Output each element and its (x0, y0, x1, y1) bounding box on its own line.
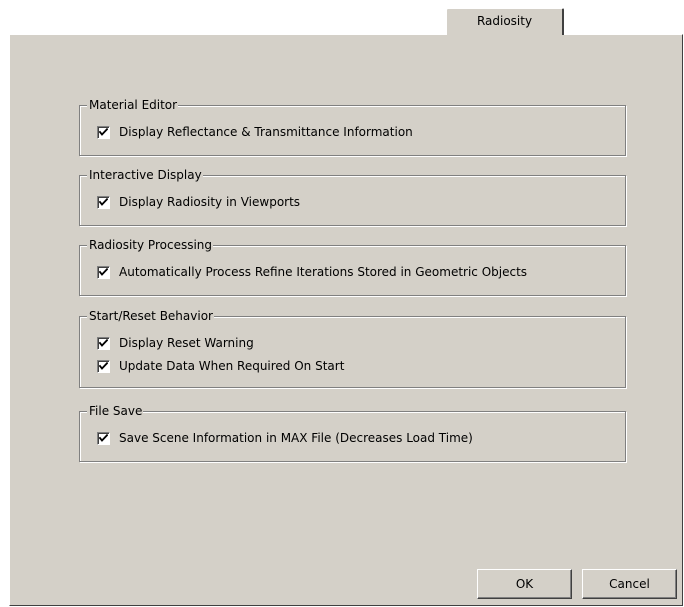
group-file-save: File Save Save Scene Information in MAX … (79, 403, 626, 462)
tab-radiosity[interactable]: Radiosity (446, 8, 564, 35)
checkbox-row-display-radiosity-viewports[interactable]: Display Radiosity in Viewports (97, 194, 300, 210)
checkmark-icon (99, 338, 108, 347)
group-title-interactive-display: Interactive Display (87, 167, 203, 183)
checkbox-display-radiosity-viewports[interactable] (97, 195, 110, 209)
checkbox-display-reflectance[interactable] (97, 125, 110, 139)
group-interactive-display: Interactive Display Display Radiosity in… (79, 167, 626, 226)
checkbox-save-scene-info[interactable] (97, 431, 110, 445)
cancel-button[interactable]: Cancel (582, 569, 677, 599)
checkbox-row-display-reset-warning[interactable]: Display Reset Warning (97, 335, 254, 351)
group-title-file-save: File Save (87, 403, 144, 419)
group-title-material-editor: Material Editor (87, 97, 179, 113)
checkbox-row-save-scene-info[interactable]: Save Scene Information in MAX File (Decr… (97, 430, 473, 446)
checkbox-label-display-reset-warning: Display Reset Warning (119, 336, 254, 350)
checkmark-icon (99, 361, 108, 370)
tab-panel: Material Editor Display Reflectance & Tr… (9, 34, 683, 606)
checkbox-label-save-scene-info: Save Scene Information in MAX File (Decr… (119, 431, 473, 445)
checkmark-icon (99, 433, 108, 442)
preferences-dialog: Material Editor Display Reflectance & Tr… (0, 0, 684, 607)
checkbox-label-update-data-on-start: Update Data When Required On Start (119, 359, 345, 373)
checkbox-row-display-reflectance[interactable]: Display Reflectance & Transmittance Info… (97, 124, 413, 140)
group-start-reset-behavior: Start/Reset Behavior Display Reset Warni… (79, 308, 626, 388)
checkmark-icon (99, 267, 108, 276)
checkbox-label-display-reflectance: Display Reflectance & Transmittance Info… (119, 125, 413, 139)
checkbox-label-auto-process-refine: Automatically Process Refine Iterations … (119, 265, 528, 279)
checkbox-display-reset-warning[interactable] (97, 336, 110, 350)
group-material-editor: Material Editor Display Reflectance & Tr… (79, 97, 626, 156)
checkmark-icon (99, 127, 108, 136)
checkbox-row-update-data-on-start[interactable]: Update Data When Required On Start (97, 358, 344, 374)
checkbox-auto-process-refine[interactable] (97, 265, 110, 279)
group-title-start-reset-behavior: Start/Reset Behavior (87, 308, 214, 324)
group-title-radiosity-processing: Radiosity Processing (87, 237, 214, 253)
group-radiosity-processing: Radiosity Processing Automatically Proce… (79, 237, 626, 296)
checkbox-label-display-radiosity-viewports: Display Radiosity in Viewports (119, 195, 301, 209)
checkmark-icon (99, 197, 108, 206)
checkbox-update-data-on-start[interactable] (97, 359, 110, 373)
ok-button[interactable]: OK (477, 569, 572, 599)
checkbox-row-auto-process-refine[interactable]: Automatically Process Refine Iterations … (97, 264, 527, 280)
